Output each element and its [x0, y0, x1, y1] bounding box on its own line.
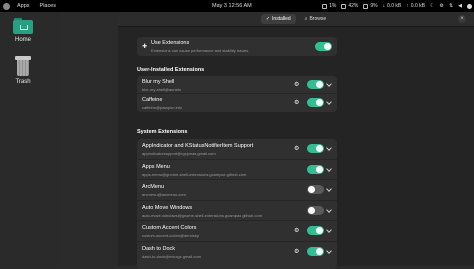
- extension-id: caffeine@patapon.info: [142, 105, 183, 110]
- trash-label: Trash: [15, 79, 31, 85]
- settings-gear-icon[interactable]: ⚙: [294, 145, 299, 152]
- settings-gear-icon[interactable]: ⚙: [294, 248, 299, 255]
- extension-name: Custom Accent Colors: [142, 225, 197, 231]
- settings-gear-icon[interactable]: ⚙: [294, 99, 299, 106]
- use-extensions-toggle[interactable]: [315, 42, 332, 51]
- chevron-down-icon[interactable]: [326, 247, 332, 254]
- trash-icon: [15, 56, 31, 76]
- extension-name: ArcMenu: [142, 184, 165, 190]
- extension-toggle[interactable]: [307, 144, 324, 153]
- apps-menu-button[interactable]: Apps: [12, 3, 35, 9]
- use-extensions-card: ✚ Use Extensions Extensions can cause pe…: [137, 37, 337, 56]
- extension-id: appindicatorsupport@rgcjonas.gmail.com: [142, 151, 216, 156]
- extension-name: AppIndicator and KStatusNotifierItem Sup…: [142, 143, 254, 149]
- chevron-down-icon[interactable]: [326, 206, 332, 213]
- extension-id: arcmenu@arcmenu.com: [142, 192, 186, 197]
- trash[interactable]: Trash: [0, 56, 46, 85]
- use-extensions-subtitle: Extensions can cause performance and sta…: [151, 48, 250, 53]
- extension-id: dash-to-dock@micxgx.gmail.com: [142, 253, 201, 259]
- chevron-down-icon[interactable]: [326, 145, 332, 151]
- user-extensions-list: Blur my Shell blur-my-shell@aunetx ⚙ Caf…: [137, 76, 337, 112]
- top-bar: Apps Places May 3 12:56 AM 1% 42% 9% ↓ 0.…: [0, 0, 474, 12]
- network-icon: ⇅: [448, 3, 454, 9]
- settings-gear-icon[interactable]: ⚙: [294, 81, 299, 88]
- tab-browse-label: Browse: [309, 16, 327, 22]
- extension-id: custom-accent-colors@demiskp: [142, 233, 199, 238]
- extension-name: Blur my Shell: [142, 79, 175, 85]
- extension-toggle[interactable]: [307, 205, 324, 215]
- power-icon: [467, 3, 472, 9]
- swap-icon: [363, 3, 369, 9]
- home-label: Home: [14, 37, 31, 43]
- close-icon: ×: [460, 16, 464, 22]
- memory-icon: [341, 3, 347, 9]
- chevron-down-icon[interactable]: [326, 81, 332, 87]
- places-menu-button[interactable]: Places: [35, 3, 62, 9]
- cpu-indicator: 1%: [322, 3, 336, 9]
- tab-browse[interactable]: ⌕ Browse: [300, 14, 332, 24]
- desktop: Home Trash: [0, 12, 60, 266]
- extension-name: Auto Move Windows: [142, 204, 193, 211]
- extension-row: Blur my Shell blur-my-shell@aunetx ⚙: [137, 76, 337, 94]
- activities-icon[interactable]: [0, 0, 12, 12]
- extension-toggle[interactable]: [307, 226, 324, 235]
- extension-toggle[interactable]: [307, 80, 324, 89]
- extension-name: Apps Menu: [142, 163, 170, 170]
- extension-toggle[interactable]: [307, 164, 324, 174]
- extension-name: Caffeine: [142, 97, 163, 103]
- extension-toggle[interactable]: [307, 246, 324, 256]
- extension-row: Caffeine caffeine@patapon.info ⚙: [137, 94, 337, 112]
- memory-indicator: 42%: [341, 3, 358, 9]
- chevron-down-icon[interactable]: [326, 227, 332, 233]
- settings-icon: ⚙: [439, 3, 444, 9]
- tab-installed[interactable]: ✓ Installed: [260, 14, 296, 24]
- tab-installed-label: Installed: [272, 16, 291, 22]
- system-indicators[interactable]: 1% 42% 9% ↓ 0.0 kB ↑ 0.0 kB ☾ ⚙ ⇅ ◀: [322, 0, 472, 12]
- download-indicator: ↓ 0.0 kB: [382, 3, 402, 9]
- chevron-down-icon[interactable]: [326, 99, 332, 105]
- chevron-down-icon[interactable]: [326, 186, 332, 192]
- cpu-icon: [322, 3, 328, 9]
- view-switcher: ✓ Installed ⌕ Browse: [260, 14, 332, 24]
- user-extensions-heading: User-Installed Extensions: [137, 67, 205, 73]
- extension-row: Auto Move Windows auto-move-windows@gnom…: [137, 201, 337, 221]
- search-icon: ⌕: [304, 16, 308, 22]
- extension-row: ArcMenu arcmenu@arcmenu.com: [137, 180, 337, 201]
- extension-row: Custom Accent Colors custom-accent-color…: [137, 221, 337, 242]
- system-extensions-list: AppIndicator and KStatusNotifierItem Sup…: [137, 139, 337, 269]
- check-icon: ✓: [265, 16, 271, 22]
- extension-toggle[interactable]: [307, 98, 324, 107]
- night-light-icon: ☾: [429, 3, 435, 9]
- extension-toggle[interactable]: [307, 185, 324, 194]
- extensions-window: ✓ Installed ⌕ Browse × ✚ Use Extensions …: [118, 12, 474, 269]
- chevron-down-icon[interactable]: [326, 165, 332, 172]
- home-folder-icon: [13, 18, 33, 34]
- window-header: ✓ Installed ⌕ Browse ×: [118, 12, 474, 27]
- swap-indicator: 9%: [363, 3, 378, 9]
- extension-row: Dash to Dock dash-to-dock@micxgx.gmail.c…: [137, 242, 337, 263]
- extension-row: AppIndicator and KStatusNotifierItem Sup…: [137, 139, 337, 160]
- extension-id: blur-my-shell@aunetx: [142, 87, 181, 92]
- home-folder[interactable]: Home: [0, 18, 46, 43]
- extension-name: Dash to Dock: [142, 245, 176, 252]
- clock-label: May 3 12:56 AM: [212, 3, 252, 9]
- settings-gear-icon[interactable]: ⚙: [294, 227, 299, 234]
- use-extensions-title: Use Extensions: [151, 40, 190, 46]
- upload-indicator: ↑ 0.0 kB: [406, 3, 425, 9]
- volume-icon: ◀: [458, 3, 462, 9]
- extensions-icon: ✚: [142, 44, 148, 50]
- system-extensions-heading: System Extensions: [137, 129, 188, 135]
- clock-button[interactable]: May 3 12:56 AM: [212, 0, 252, 12]
- extension-row: Apps Menu apps-menu@gnome-shell-extensio…: [137, 160, 337, 180]
- extension-id: auto-move-windows@gnome-shell-extensions…: [142, 212, 262, 218]
- close-button[interactable]: ×: [458, 15, 466, 23]
- extension-id: apps-menu@gnome-shell-extensions.gcampax…: [142, 171, 247, 177]
